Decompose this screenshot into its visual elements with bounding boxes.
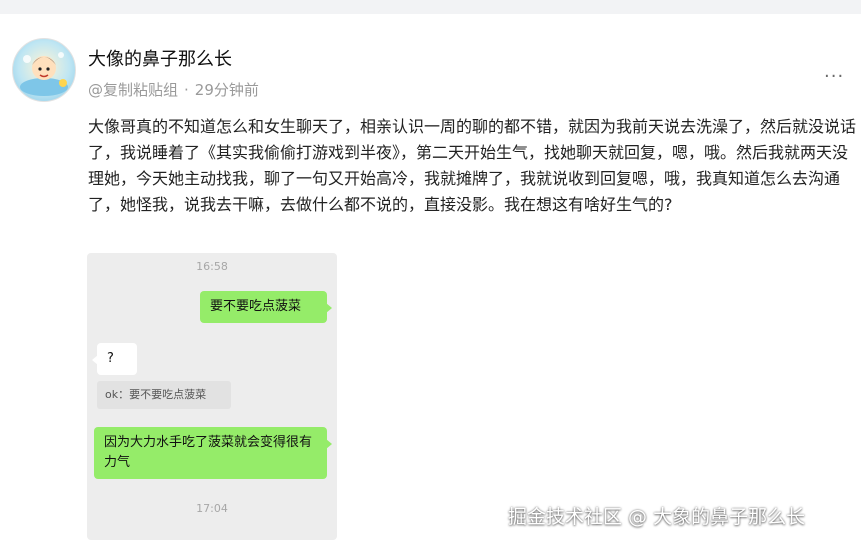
more-options-icon[interactable]: ··· [824,68,844,86]
post-meta: @复制粘贴组 · 29分钟前 [88,79,259,100]
chat-timestamp-bottom: 17:04 [196,502,228,515]
chat-bubble-incoming: ? [92,343,137,375]
chat-bubble-outgoing: 要不要吃点菠菜 [200,291,332,323]
meta-separator: · [184,81,189,99]
source-group-link[interactable]: @复制粘贴组 [88,81,178,99]
avatar-illustration-icon [20,52,68,96]
post-content: 大像哥真的不知道怎么和女生聊天了，相亲认识一周的聊的都不错，就因为我前天说去洗澡… [88,117,857,214]
chat-bubble-outgoing-long: 因为大力水手吃了菠菜就会变得很有力气 [94,427,332,479]
chat-timestamp-top: 16:58 [196,260,228,273]
author-avatar[interactable] [12,38,76,102]
watermark: 掘金技术社区 @ 大象的鼻子那么长 [508,506,806,528]
post-time: 29分钟前 [194,81,259,99]
top-strip [0,0,861,14]
chat-screenshot-image[interactable]: 16:58 要不要吃点菠菜 ? ok：要不要吃点菠菜 因为大力水手吃了菠菜就会变… [87,253,337,540]
author-name[interactable]: 大像的鼻子那么长 [88,45,232,71]
chat-quote-reply: ok：要不要吃点菠菜 [97,381,231,409]
